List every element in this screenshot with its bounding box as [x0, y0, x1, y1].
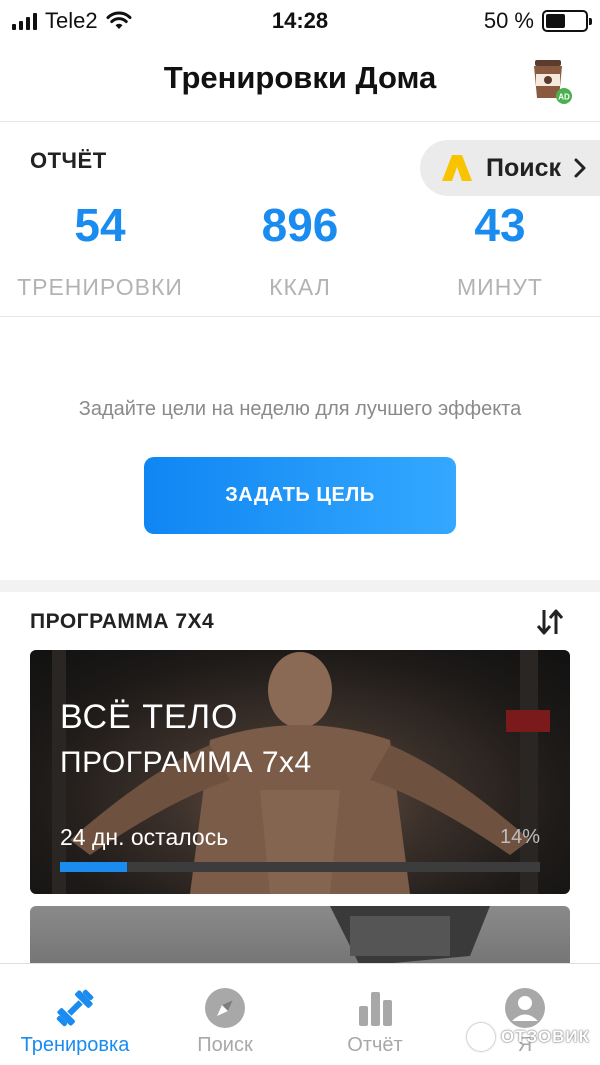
card-title: ВСЁ ТЕЛО: [60, 698, 239, 736]
status-right: 50 %: [483, 8, 592, 34]
compass-icon: [205, 988, 245, 1028]
stat-value: 896: [261, 199, 339, 251]
tab-search[interactable]: Поиск: [150, 964, 300, 1065]
progress-fill: [60, 862, 128, 872]
progress-percent: 14%: [499, 826, 540, 848]
stat-minutes: 43 МИНУТ: [400, 198, 600, 301]
search-pill-button[interactable]: Поиск: [420, 140, 600, 196]
report-title: ОТЧЁТ: [30, 148, 107, 173]
set-goal-button[interactable]: ЗАДАТЬ ЦЕЛЬ: [144, 457, 456, 534]
search-pill-label: Поиск: [486, 153, 562, 182]
sort-icon[interactable]: [534, 606, 566, 638]
bar-chart-icon: [359, 992, 392, 1026]
stat-label: ККАЛ: [269, 274, 331, 300]
tab-workout[interactable]: Тренировка: [0, 964, 150, 1065]
progress-bar: [60, 862, 540, 872]
watermark: ОТЗОВИК: [466, 1023, 590, 1051]
status-bar: Tele2 14:28 50 %: [0, 0, 600, 40]
stat-label: ТРЕНИРОВКИ: [17, 274, 183, 300]
program-title: ПРОГРАММА 7Х4: [30, 610, 215, 633]
program-card-full-body[interactable]: ВСЁ ТЕЛО ПРОГРАММА 7x4 24 дн. осталось 1…: [30, 650, 570, 894]
stat-value: 43: [474, 199, 526, 251]
page-title: Тренировки Дома: [163, 60, 437, 95]
goal-section: Задайте цели на неделю для лучшего эффек…: [0, 318, 600, 580]
battery-icon: [542, 10, 592, 32]
days-remaining: 24 дн. осталось: [60, 824, 229, 850]
yandex-logo-icon: [442, 155, 472, 181]
stat-label: МИНУТ: [457, 274, 543, 300]
program-header: ПРОГРАММА 7Х4: [0, 600, 600, 650]
ad-badge: AD: [558, 93, 570, 102]
card-subtitle: ПРОГРАММА 7x4: [60, 746, 312, 779]
watermark-text: ОТЗОВИК: [500, 1027, 590, 1046]
tab-label: Поиск: [197, 1034, 253, 1056]
dumbbell-icon: [56, 989, 94, 1027]
goal-hint: Задайте цели на неделю для лучшего эффек…: [78, 398, 522, 420]
tab-label: Тренировка: [20, 1034, 130, 1056]
stat-kcal: 896 ККАЛ: [200, 198, 400, 301]
report-section: ОТЧЁТ Поиск 54 ТРЕНИРОВКИ 896 ККАЛ 43 МИ…: [0, 122, 600, 317]
watermark-logo-icon: [466, 1023, 495, 1051]
tab-report[interactable]: Отчёт: [300, 964, 450, 1065]
app-header: Тренировки Дома AD: [0, 40, 600, 122]
tab-label: Отчёт: [347, 1034, 403, 1056]
battery-fill: [546, 14, 565, 28]
battery-percent: 50 %: [483, 8, 534, 33]
coffee-ad-icon[interactable]: AD: [526, 56, 576, 104]
stat-workouts: 54 ТРЕНИРОВКИ: [0, 198, 200, 301]
stat-value: 54: [74, 199, 126, 251]
chevron-right-icon: [574, 158, 586, 178]
section-divider: [0, 580, 600, 592]
